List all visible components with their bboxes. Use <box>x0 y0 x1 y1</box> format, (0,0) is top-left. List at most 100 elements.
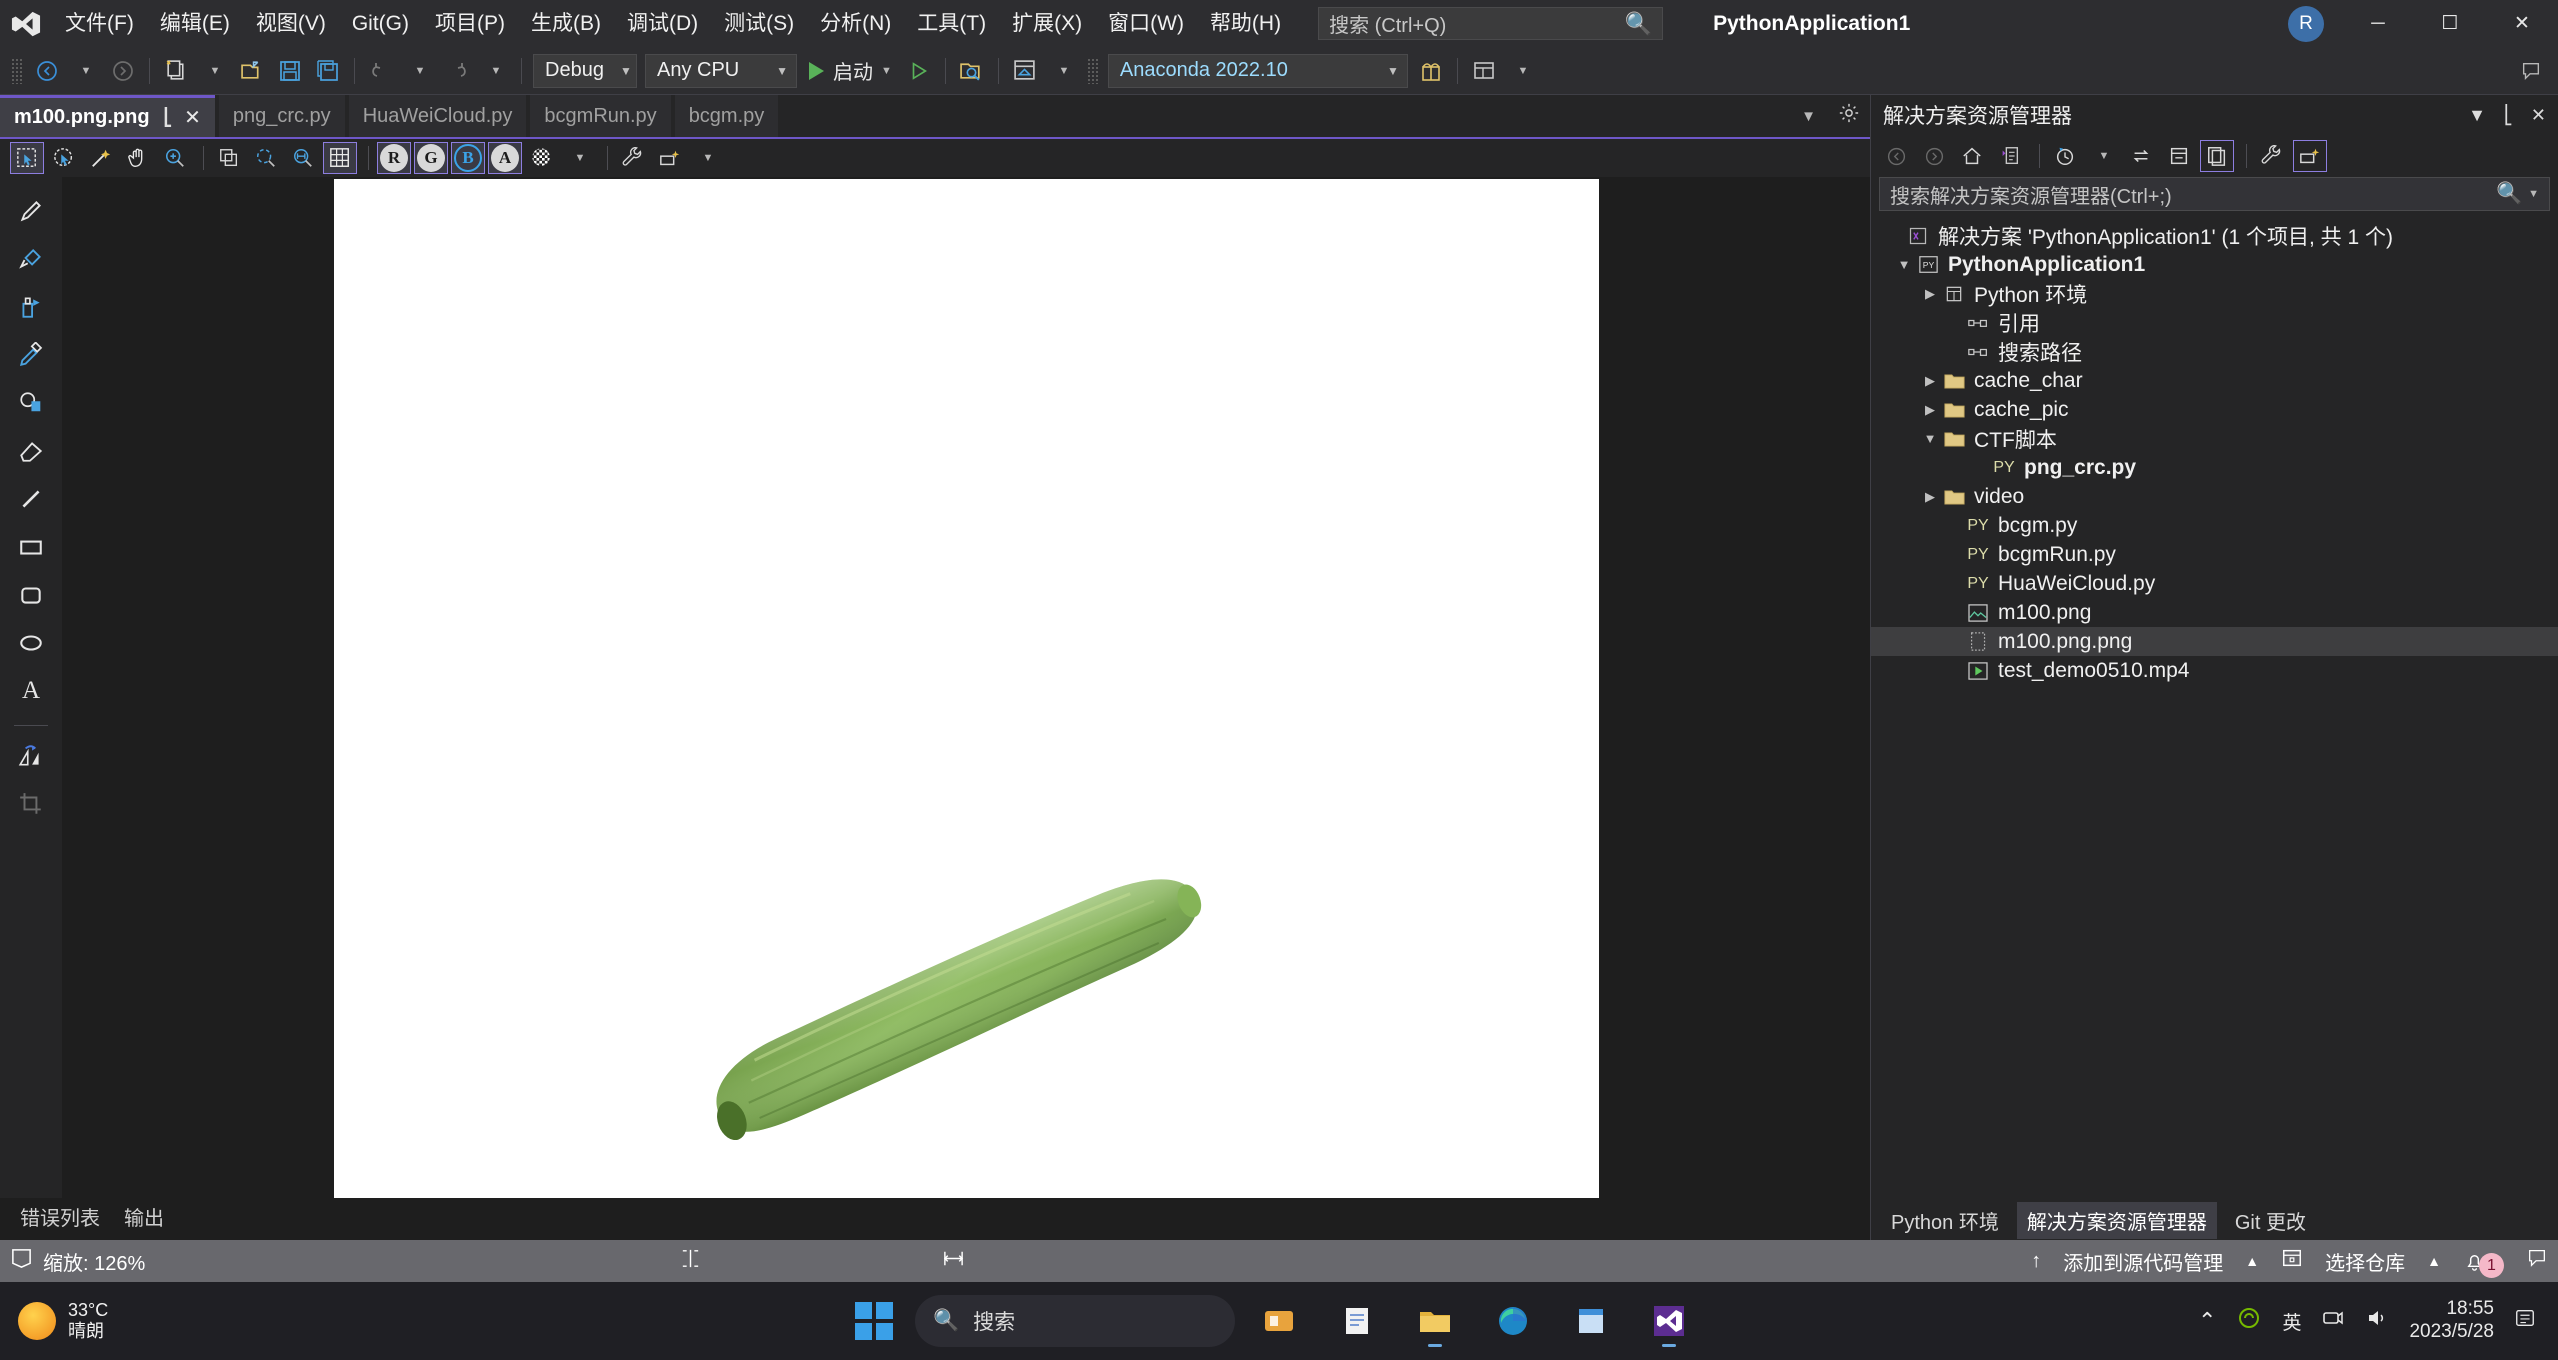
tab-settings-gear-icon[interactable] <box>1838 102 1860 130</box>
window-layout-dropdown[interactable]: ▼ <box>1503 51 1541 91</box>
crop-tool[interactable] <box>11 784 51 824</box>
pan-hand-tool[interactable] <box>121 142 155 174</box>
start-debug-button[interactable]: 启动 ▼ <box>801 51 900 91</box>
tree-item-cache-pic[interactable]: ▶ cache_pic <box>1871 395 2558 424</box>
tree-expander[interactable]: ▶ <box>1919 373 1941 389</box>
source-control-caret[interactable]: ▲ <box>2245 1253 2259 1269</box>
tab-png-crc-py[interactable]: png_crc.py <box>218 95 345 137</box>
taskbar-search-box[interactable]: 🔍 搜索 <box>915 1295 1235 1347</box>
gift-icon[interactable] <box>1412 51 1450 91</box>
solution-explorer-search-input[interactable]: 搜索解决方案资源管理器(Ctrl+;) 🔍 ▼ <box>1879 177 2550 211</box>
visual-studio-icon[interactable] <box>1640 1292 1698 1350</box>
tree-item-ctf-scripts[interactable]: ▼ CTF脚本 <box>1871 424 2558 453</box>
transparency-dropdown[interactable]: ▼ <box>562 142 596 174</box>
rectangle-select-tool[interactable] <box>10 142 44 174</box>
tab-huaweicloud-py[interactable]: HuaWeiCloud.py <box>348 95 527 137</box>
menu-test[interactable]: 测试(S) <box>711 0 807 47</box>
menu-extensions[interactable]: 扩展(X) <box>999 0 1095 47</box>
account-avatar[interactable]: R <box>2288 5 2324 42</box>
tree-item-solution[interactable]: 解决方案 'PythonApplication1' (1 个项目, 共 1 个) <box>1871 221 2558 250</box>
red-channel-toggle[interactable]: R <box>377 142 411 174</box>
close-button[interactable]: ✕ <box>2486 0 2558 47</box>
text-tool[interactable]: A <box>11 671 51 711</box>
footer-tab-git-changes[interactable]: Git 更改 <box>2225 1202 2316 1239</box>
paintbrush-tool[interactable] <box>11 239 51 279</box>
footer-tab-python-env[interactable]: Python 环境 <box>1881 1202 2009 1239</box>
properties-wrench-icon[interactable] <box>2255 140 2289 172</box>
chevron-down-icon[interactable]: ▼ <box>2468 105 2486 126</box>
repo-caret[interactable]: ▲ <box>2427 1253 2441 1269</box>
nvidia-tray-icon[interactable] <box>2236 1305 2262 1337</box>
weather-widget[interactable]: 33°C 晴朗 <box>0 1300 108 1341</box>
menu-edit[interactable]: 编辑(E) <box>147 0 243 47</box>
blue-channel-toggle[interactable]: B <box>451 142 485 174</box>
pending-changes-icon[interactable] <box>1993 140 2027 172</box>
python-interactive-icon[interactable] <box>1006 51 1044 91</box>
tree-item-cache-char[interactable]: ▶ cache_char <box>1871 366 2558 395</box>
python-interactive-dropdown[interactable]: ▼ <box>1044 51 1082 91</box>
notification-center-icon[interactable] <box>2514 1307 2536 1335</box>
start-without-debugging-button[interactable] <box>900 51 938 91</box>
redo-dropdown[interactable]: ▼ <box>476 51 514 91</box>
find-in-files-icon[interactable] <box>953 51 991 91</box>
toolbar-grip-2[interactable] <box>1086 57 1099 84</box>
collapse-all-icon[interactable] <box>2162 140 2196 172</box>
tree-item-video[interactable]: ▶ video <box>1871 482 2558 511</box>
undo-dropdown[interactable]: ▼ <box>400 51 438 91</box>
navigate-back-icon[interactable] <box>28 51 66 91</box>
repository-icon[interactable] <box>2281 1247 2303 1275</box>
transparency-checker-icon[interactable] <box>525 142 559 174</box>
tree-item-m100-png[interactable]: m100.png <box>1871 598 2558 627</box>
tab-error-list[interactable]: 错误列表 <box>8 1198 112 1240</box>
tray-overflow-caret[interactable]: ⌃ <box>2198 1308 2216 1334</box>
forward-icon[interactable] <box>1917 140 1951 172</box>
eraser-tool[interactable] <box>11 431 51 471</box>
microsoft-edge-icon[interactable] <box>1484 1292 1542 1350</box>
menu-project[interactable]: 项目(P) <box>422 0 518 47</box>
dock-panel-icon[interactable] <box>653 142 687 174</box>
pencil-tool[interactable] <box>11 191 51 231</box>
tree-item-python-environments[interactable]: ▶ Python 环境 <box>1871 279 2558 308</box>
toolbar-grip[interactable] <box>11 57 23 84</box>
ellipse-select-tool[interactable] <box>47 142 81 174</box>
tree-expander[interactable]: ▼ <box>1893 257 1915 272</box>
rounded-rectangle-tool[interactable] <box>11 575 51 615</box>
navigate-forward-icon[interactable] <box>104 51 142 91</box>
menu-view[interactable]: 视图(V) <box>243 0 339 47</box>
python-interpreter-combo[interactable]: Anaconda 2022.10 ▼ <box>1107 53 1408 88</box>
select-repository-label[interactable]: 选择仓库 <box>2325 1247 2405 1276</box>
menu-window[interactable]: 窗口(W) <box>1095 0 1197 47</box>
show-all-files-icon[interactable] <box>2200 140 2234 172</box>
menu-debug[interactable]: 调试(D) <box>614 0 711 47</box>
settings-wrench-icon[interactable] <box>616 142 650 174</box>
solution-platform-combo[interactable]: Any CPU ▼ <box>645 53 797 88</box>
navigate-back-dropdown[interactable]: ▼ <box>66 51 104 91</box>
zoom-tool[interactable] <box>158 142 192 174</box>
tree-item-test-demo0510-mp4[interactable]: test_demo0510.mp4 <box>1871 656 2558 685</box>
line-tool[interactable] <box>11 479 51 519</box>
global-search-box[interactable]: 搜索 (Ctrl+Q) 🔍 <box>1318 7 1664 40</box>
tree-item-pythonapplication1[interactable]: ▼ PY PythonApplication1 <box>1871 250 2558 279</box>
tree-item-huaweicloud-py[interactable]: PY HuaWeiCloud.py <box>1871 569 2558 598</box>
menu-tools[interactable]: 工具(T) <box>904 0 999 47</box>
file-explorer-icon[interactable] <box>1406 1292 1464 1350</box>
magic-wand-tool[interactable] <box>84 142 118 174</box>
notepad-icon[interactable] <box>1328 1292 1386 1350</box>
zoom-width-tool[interactable] <box>286 142 320 174</box>
ellipse-tool[interactable] <box>11 623 51 663</box>
new-project-dropdown[interactable]: ▼ <box>195 51 233 91</box>
store-icon[interactable] <box>1562 1292 1620 1350</box>
feedback-icon[interactable] <box>2526 1247 2548 1275</box>
pin-icon[interactable]: ⎣ <box>2504 105 2513 126</box>
tree-item-bcgm-py[interactable]: PY bcgm.py <box>1871 511 2558 540</box>
tab-output[interactable]: 输出 <box>112 1198 176 1240</box>
volume-icon[interactable] <box>2365 1306 2389 1336</box>
green-channel-toggle[interactable]: G <box>414 142 448 174</box>
history-icon[interactable] <box>2048 140 2082 172</box>
footer-tab-solution-explorer[interactable]: 解决方案资源管理器 <box>2016 1201 2217 1239</box>
home-icon[interactable] <box>1955 140 1989 172</box>
preview-selected-icon[interactable] <box>2293 140 2327 172</box>
new-project-icon[interactable] <box>157 51 195 91</box>
dock-panel-dropdown[interactable]: ▼ <box>690 142 724 174</box>
tab-bcgm-py[interactable]: bcgm.py <box>674 95 779 137</box>
